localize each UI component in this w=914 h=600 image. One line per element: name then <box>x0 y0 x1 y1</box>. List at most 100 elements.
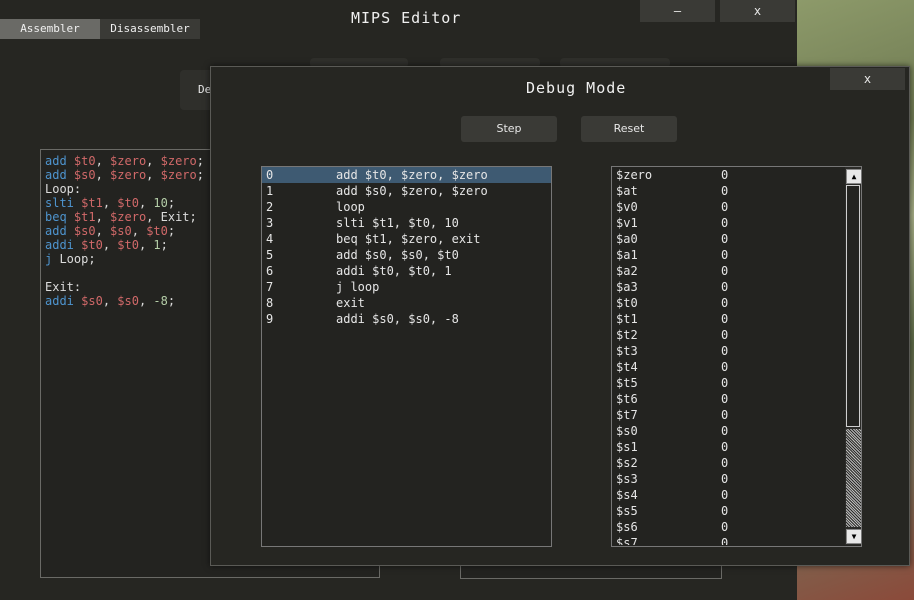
instruction-index: 6 <box>266 264 274 278</box>
register-row: $t6 0 <box>612 391 845 407</box>
code-token: addi <box>45 294 82 308</box>
code-token: $zero <box>110 168 147 182</box>
scroll-up-button[interactable]: ▲ <box>846 169 861 184</box>
register-name: $a2 <box>616 264 638 278</box>
code-token: addi <box>45 238 82 252</box>
instruction-row[interactable]: 4 beq $t1, $zero, exit <box>262 231 551 247</box>
arrow-up-icon: ▲ <box>851 172 857 181</box>
register-row: $a0 0 <box>612 231 845 247</box>
register-row: $s6 0 <box>612 519 845 535</box>
instruction-text: slti $t1, $t0, 10 <box>336 216 459 230</box>
instruction-index: 9 <box>266 312 274 326</box>
register-row: $a3 0 <box>612 279 845 295</box>
code-token: add <box>45 168 74 182</box>
scroll-down-button[interactable]: ▼ <box>846 529 861 544</box>
instruction-index: 0 <box>266 168 274 182</box>
arrow-down-icon: ▼ <box>851 532 857 541</box>
register-row: $t4 0 <box>612 359 845 375</box>
code-token: Loop: <box>45 182 82 196</box>
code-token: $s0 <box>73 168 96 182</box>
code-token: , <box>146 154 161 168</box>
code-token: add <box>45 154 74 168</box>
code-token: $zero <box>160 168 197 182</box>
register-value: 0 <box>721 328 729 342</box>
instruction-row[interactable]: 0 add $t0, $zero, $zero <box>262 167 551 183</box>
reset-button[interactable]: Reset <box>581 116 677 142</box>
register-row: $v0 0 <box>612 199 845 215</box>
register-row: $s1 0 <box>612 439 845 455</box>
code-token: $t0 <box>73 154 96 168</box>
instruction-text: beq $t1, $zero, exit <box>336 232 481 246</box>
instruction-row[interactable]: 2 loop <box>262 199 551 215</box>
instruction-row[interactable]: 3 slti $t1, $t0, 10 <box>262 215 551 231</box>
tab-assembler[interactable]: Assembler <box>0 19 100 39</box>
code-token: , <box>138 196 154 210</box>
register-name: $t7 <box>616 408 638 422</box>
register-scrollbar[interactable]: ▲ ▼ <box>845 167 861 545</box>
instruction-row[interactable]: 7 j loop <box>262 279 551 295</box>
register-name: $v0 <box>616 200 638 214</box>
code-token: , <box>102 238 118 252</box>
window-title: MIPS Editor <box>351 9 462 27</box>
register-value: 0 <box>721 200 729 214</box>
register-name: $v1 <box>616 216 638 230</box>
instruction-index: 4 <box>266 232 274 246</box>
instruction-list[interactable]: 0 add $t0, $zero, $zero 1 add $s0, $zero, $… <box>261 166 552 547</box>
scrollbar-track[interactable] <box>846 429 861 527</box>
register-value: 0 <box>721 376 729 390</box>
register-value: 0 <box>721 456 729 470</box>
register-row: $s4 0 <box>612 487 845 503</box>
register-value: 0 <box>721 296 729 310</box>
scrollbar-thumb[interactable] <box>846 185 860 427</box>
instruction-text: loop <box>336 200 365 214</box>
code-token: , <box>102 196 118 210</box>
code-token: , <box>95 224 111 238</box>
code-token: $s0 <box>117 294 139 308</box>
register-row: $s0 0 <box>612 423 845 439</box>
code-token: j <box>45 252 60 266</box>
register-name: $a0 <box>616 232 638 246</box>
register-list[interactable]: $zero 0 $at 0 $v0 0 $v1 0 $a0 0 $a1 0 $a2 0 $a3 0 $t0 0 $t… <box>612 167 845 545</box>
instruction-row[interactable]: 1 add $s0, $zero, $zero <box>262 183 551 199</box>
minimize-button[interactable]: – <box>640 0 715 22</box>
code-token: , <box>95 210 111 224</box>
debug-close-button[interactable]: x <box>830 68 905 90</box>
tab-disassembler[interactable]: Disassembler <box>100 19 200 39</box>
instruction-index: 8 <box>266 296 274 310</box>
register-value: 0 <box>721 232 729 246</box>
register-name: $t3 <box>616 344 638 358</box>
code-token: , <box>138 294 154 308</box>
register-row: $s7 0 <box>612 535 845 545</box>
register-value: 0 <box>721 312 729 326</box>
register-row: $t0 0 <box>612 295 845 311</box>
register-value: 0 <box>721 488 729 502</box>
register-row: $t1 0 <box>612 311 845 327</box>
register-name: $t4 <box>616 360 638 374</box>
instruction-row[interactable]: 9 addi $s0, $s0, -8 <box>262 311 551 327</box>
register-value: 0 <box>721 168 729 182</box>
register-name: $s1 <box>616 440 638 454</box>
code-token: 10 <box>153 196 168 210</box>
register-value: 0 <box>721 392 729 406</box>
register-row: $t7 0 <box>612 407 845 423</box>
code-token: $t0 <box>117 238 139 252</box>
close-button[interactable]: x <box>720 0 795 22</box>
register-value: 0 <box>721 248 729 262</box>
register-name: $s7 <box>616 536 638 545</box>
register-row: $s3 0 <box>612 471 845 487</box>
instruction-row[interactable]: 6 addi $t0, $t0, 1 <box>262 263 551 279</box>
instruction-text: addi $t0, $t0, 1 <box>336 264 452 278</box>
register-value: 0 <box>721 184 729 198</box>
step-button[interactable]: Step <box>461 116 557 142</box>
instruction-row[interactable]: 8 exit <box>262 295 551 311</box>
instruction-index: 5 <box>266 248 274 262</box>
code-token: ; <box>167 224 176 238</box>
code-token: Exit: <box>45 280 82 294</box>
register-value: 0 <box>721 280 729 294</box>
code-token: $zero <box>160 154 197 168</box>
instruction-row[interactable]: 5 add $s0, $s0, $t0 <box>262 247 551 263</box>
register-row: $at 0 <box>612 183 845 199</box>
code-token: , <box>131 224 147 238</box>
code-token: ; <box>167 196 176 210</box>
register-name: $s2 <box>616 456 638 470</box>
